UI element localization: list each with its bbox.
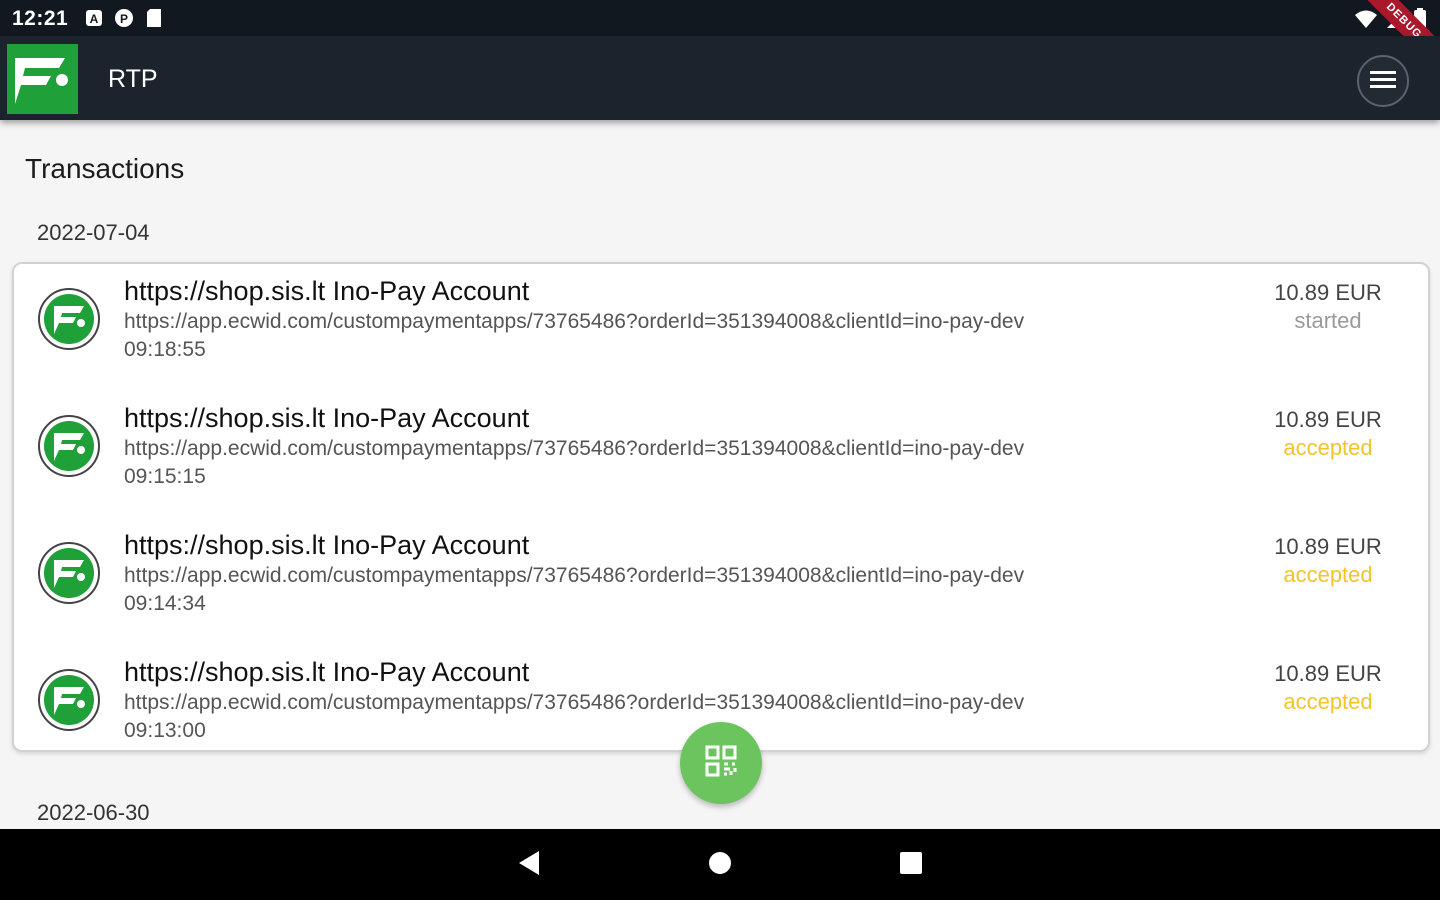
recents-button[interactable] bbox=[894, 848, 928, 882]
home-circle-icon bbox=[708, 851, 732, 880]
menu-button[interactable] bbox=[1357, 55, 1409, 107]
svg-text:A: A bbox=[90, 12, 99, 26]
transaction-url: https://app.ecwid.com/custompaymentapps/… bbox=[124, 564, 1025, 587]
app-bar: RTP bbox=[0, 36, 1440, 120]
wifi-icon bbox=[1354, 9, 1378, 34]
transaction-item[interactable]: https://shop.sis.lt Ino-Pay Account http… bbox=[14, 264, 1432, 391]
transaction-item[interactable]: https://shop.sis.lt Ino-Pay Account http… bbox=[14, 518, 1432, 645]
menu-icon bbox=[1370, 69, 1396, 94]
date-group-header: 2022-07-04 bbox=[37, 220, 150, 245]
transaction-time: 09:18:55 bbox=[124, 338, 206, 361]
transaction-time: 09:15:15 bbox=[124, 465, 206, 488]
transaction-merchant: https://shop.sis.lt Ino-Pay Account bbox=[124, 657, 530, 687]
home-button[interactable] bbox=[703, 848, 737, 882]
app-title: RTP bbox=[108, 65, 158, 93]
transaction-merchant: https://shop.sis.lt Ino-Pay Account bbox=[124, 276, 530, 306]
transaction-status: accepted bbox=[1283, 435, 1373, 460]
merchant-avatar-icon bbox=[38, 542, 100, 604]
svg-text:P: P bbox=[120, 12, 128, 26]
qr-code-icon bbox=[705, 745, 737, 782]
transaction-url: https://app.ecwid.com/custompaymentapps/… bbox=[124, 437, 1025, 460]
status-time: 12:21 bbox=[12, 7, 69, 30]
transaction-amount: 10.89 EUR bbox=[1274, 407, 1382, 432]
transactions-screen[interactable]: Transactions 2022-07-04 https://shop.sis… bbox=[0, 120, 1440, 829]
transactions-card: https://shop.sis.lt Ino-Pay Account http… bbox=[12, 262, 1430, 752]
transaction-status: accepted bbox=[1283, 562, 1373, 587]
transaction-merchant: https://shop.sis.lt Ino-Pay Account bbox=[124, 530, 530, 560]
back-button[interactable] bbox=[512, 848, 546, 882]
transaction-merchant: https://shop.sis.lt Ino-Pay Account bbox=[124, 403, 530, 433]
transaction-url: https://app.ecwid.com/custompaymentapps/… bbox=[124, 310, 1025, 333]
back-triangle-icon bbox=[517, 850, 541, 881]
transaction-item[interactable]: https://shop.sis.lt Ino-Pay Account http… bbox=[14, 391, 1432, 518]
p-notification-icon: P bbox=[114, 8, 134, 28]
a-notification-icon: A bbox=[84, 8, 104, 28]
transaction-amount: 10.89 EUR bbox=[1274, 534, 1382, 559]
sd-card-icon bbox=[144, 8, 164, 28]
transaction-time: 09:14:34 bbox=[124, 592, 206, 615]
page-title: Transactions bbox=[25, 153, 185, 184]
date-group-header: 2022-06-30 bbox=[37, 800, 150, 825]
merchant-avatar-icon bbox=[38, 415, 100, 477]
recents-square-icon bbox=[899, 851, 923, 880]
transaction-url: https://app.ecwid.com/custompaymentapps/… bbox=[124, 691, 1025, 714]
transaction-amount: 10.89 EUR bbox=[1274, 661, 1382, 686]
status-bar: 12:21 A P DEBUG bbox=[0, 0, 1440, 79]
scan-qr-button[interactable] bbox=[680, 722, 762, 804]
transaction-amount: 10.89 EUR bbox=[1274, 280, 1382, 305]
transaction-time: 09:13:00 bbox=[124, 719, 206, 742]
merchant-avatar-icon bbox=[38, 288, 100, 350]
system-nav-bar bbox=[0, 829, 1440, 900]
app-logo-icon bbox=[7, 44, 78, 114]
transaction-status: started bbox=[1294, 308, 1362, 333]
merchant-avatar-icon bbox=[38, 669, 100, 731]
transaction-status: accepted bbox=[1283, 689, 1373, 714]
